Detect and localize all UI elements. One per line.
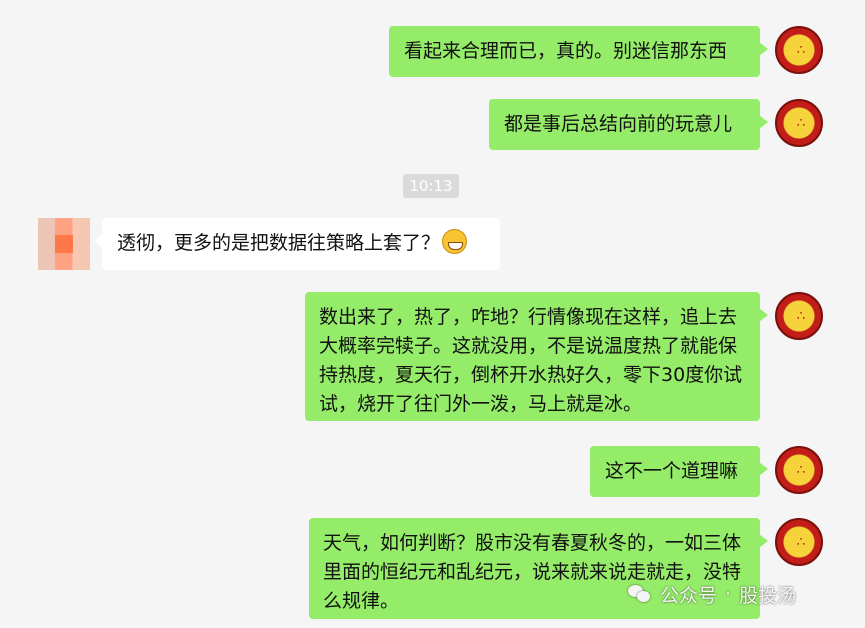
message-text: 看起来合理而已，真的。别迷信那东西 <box>404 40 728 62</box>
avatar-pattern-icon: ∴ <box>796 463 806 478</box>
watermark-separator: · <box>725 583 732 605</box>
watermark-prefix: 公众号 <box>660 584 718 607</box>
self-avatar[interactable]: ∴ <box>775 26 823 74</box>
avatar-pattern-icon: ∴ <box>796 535 806 550</box>
avatar-pattern-icon: ∴ <box>796 309 806 324</box>
self-avatar[interactable]: ∴ <box>775 446 823 494</box>
chat-window: 看起来合理而已，真的。别迷信那东西 ∴ 都是事后总结向前的玩意儿 ∴ 10:13… <box>0 0 865 628</box>
wechat-icon <box>628 584 652 604</box>
contact-avatar[interactable] <box>38 218 90 270</box>
message-text: 这不一个道理嘛 <box>605 460 739 482</box>
message-bubble-self[interactable]: 看起来合理而已，真的。别迷信那东西 <box>389 26 768 77</box>
self-avatar[interactable]: ∴ <box>775 292 823 340</box>
self-avatar[interactable]: ∴ <box>775 99 823 147</box>
avatar-pattern-icon: ∴ <box>796 43 806 58</box>
grin-icon <box>442 229 468 254</box>
watermark-name: 股投汤 <box>739 584 797 607</box>
message-text: 都是事后总结向前的玩意儿 <box>504 113 733 135</box>
message-bubble-other[interactable]: 透彻，更多的是把数据往策略上套了？ <box>94 218 500 270</box>
timestamp: 10:13 <box>403 174 459 198</box>
message-bubble-self[interactable]: 都是事后总结向前的玩意儿 <box>489 99 768 150</box>
avatar-pattern-icon: ∴ <box>796 116 806 131</box>
message-bubble-self[interactable]: 数出来了，热了，咋地？行情像现在这样，追上去大概率完犊子。这就没用，不是说温度热… <box>305 292 768 421</box>
message-text: 数出来了，热了，咋地？行情像现在这样，追上去大概率完犊子。这就没用，不是说温度热… <box>319 306 743 415</box>
self-avatar[interactable]: ∴ <box>775 518 823 566</box>
message-bubble-self[interactable]: 这不一个道理嘛 <box>590 446 768 497</box>
message-text: 透彻，更多的是把数据往策略上套了？ <box>117 232 441 254</box>
watermark: 公众号 · 股投汤 <box>628 580 796 608</box>
